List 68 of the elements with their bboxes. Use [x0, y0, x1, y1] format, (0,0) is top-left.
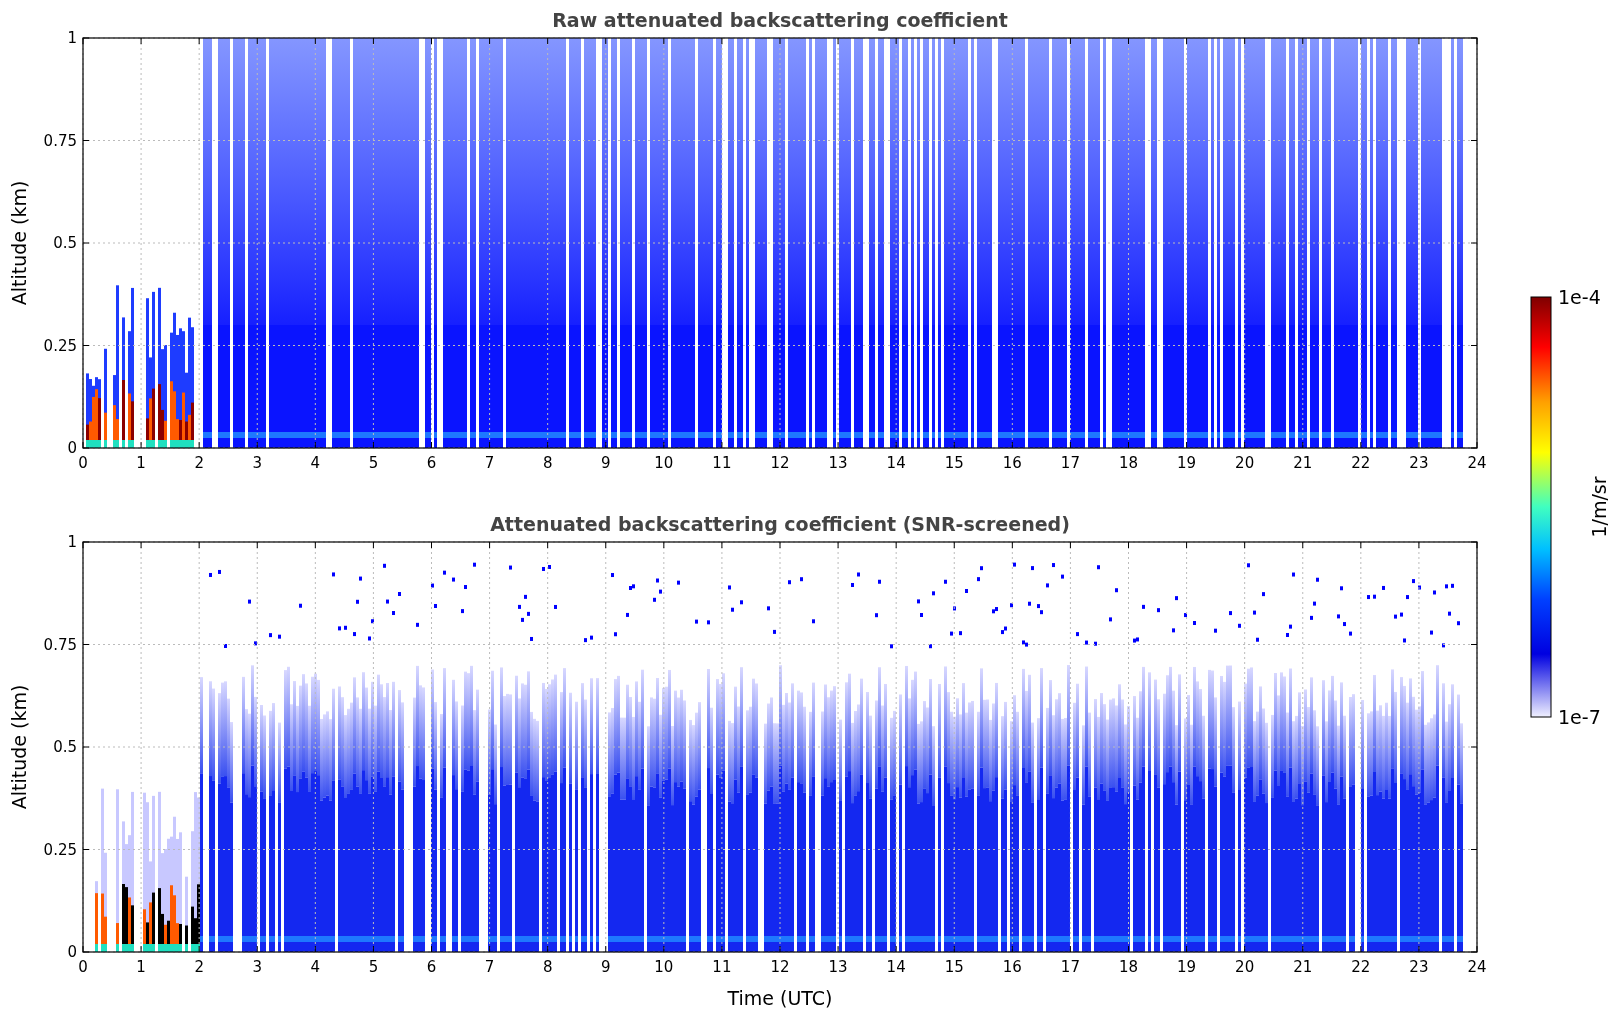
tick-label: 3 [252, 454, 262, 472]
tick-label: 19 [1177, 454, 1197, 472]
tick-label: 4 [310, 958, 321, 976]
tick-label: 24 [1467, 958, 1487, 976]
tick-label: 0 [67, 439, 77, 457]
tick-label: 0.25 [43, 336, 77, 355]
tick-label: 2 [194, 454, 204, 472]
tick-label: 9 [601, 454, 611, 472]
tick-label: 8 [542, 958, 553, 976]
tick-label: 1 [136, 958, 146, 976]
tick-label: 1 [67, 533, 77, 551]
tick-label: 12 [770, 454, 790, 472]
tick-label: 6 [426, 958, 437, 976]
tick-label: 1 [67, 29, 77, 47]
tick-label: 0 [67, 943, 77, 961]
tick-label: 20 [1235, 958, 1255, 976]
tick-label: 0.75 [43, 131, 77, 150]
tick-label: 21 [1293, 454, 1313, 472]
tick-label: 1 [136, 454, 146, 472]
tick-label: 0 [78, 958, 88, 976]
tick-label: 18 [1118, 454, 1139, 472]
tick-label: 24 [1467, 454, 1487, 472]
tick-label: 23 [1409, 958, 1429, 976]
tick-label: 14 [886, 454, 906, 472]
tick-label: 0.5 [53, 738, 77, 756]
tick-label: 12 [770, 958, 790, 976]
colorbar-tick-label: 1e-7 [1558, 706, 1601, 728]
tick-label: 4 [310, 454, 321, 472]
tick-label: 7 [484, 958, 495, 976]
tick-label: 13 [828, 958, 848, 976]
tick-label: 15 [944, 958, 964, 976]
plot-title: Attenuated backscattering coefficient (SNR-screened) [490, 513, 1070, 535]
plot-title: Raw attenuated backscattering coefficient [552, 9, 1008, 31]
tick-label: 7 [484, 454, 495, 472]
tick-label: 16 [1002, 454, 1022, 472]
axis-label: Time (UTC) [727, 987, 833, 1009]
tick-label: 18 [1118, 958, 1139, 976]
axis-label: Altitude (km) [8, 684, 30, 810]
tick-label: 23 [1409, 454, 1429, 472]
tick-label: 22 [1351, 454, 1371, 472]
tick-label: 9 [601, 958, 611, 976]
tick-label: 0.25 [43, 840, 77, 859]
tick-label: 20 [1235, 454, 1255, 472]
colorbar-tick-label: 1e-4 [1558, 286, 1601, 308]
tick-label: 0.5 [53, 234, 77, 252]
tick-label: 19 [1177, 958, 1197, 976]
tick-label: 5 [368, 958, 379, 976]
tick-label: 11 [712, 958, 732, 976]
tick-label: 3 [252, 958, 262, 976]
tick-label: 0.75 [43, 635, 77, 654]
tick-label: 10 [654, 958, 674, 976]
tick-label: 5 [368, 454, 379, 472]
tick-label: 11 [712, 454, 732, 472]
tick-label: 8 [542, 454, 553, 472]
tick-label: 14 [886, 958, 906, 976]
axis-label: Altitude (km) [8, 180, 30, 306]
tick-label: 2 [194, 958, 204, 976]
tick-label: 17 [1060, 454, 1080, 472]
tick-label: 10 [654, 454, 674, 472]
tick-label: 0 [78, 454, 88, 472]
colorbar-label: 1/m/sr [1588, 476, 1610, 538]
tick-label: 22 [1351, 958, 1371, 976]
tick-label: 13 [828, 454, 848, 472]
tick-label: 15 [944, 454, 964, 472]
tick-label: 21 [1293, 958, 1313, 976]
tick-label: 16 [1002, 958, 1022, 976]
tick-label: 6 [426, 454, 437, 472]
tick-label: 17 [1060, 958, 1080, 976]
